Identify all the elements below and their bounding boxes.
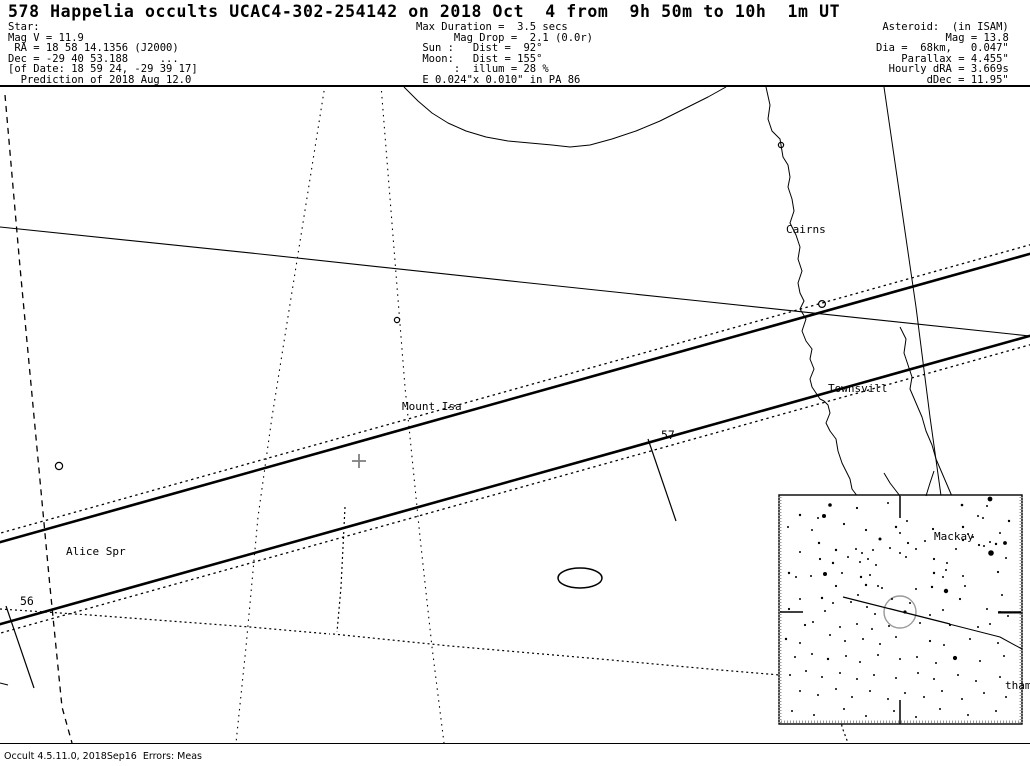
- occultation-map[interactable]: Cairns Townsvill Mackay Mount Isa Alice …: [0, 87, 1030, 743]
- terminator-line: [0, 226, 1030, 337]
- footer-divider: [0, 743, 1030, 744]
- shoreline-fragments: [0, 682, 9, 686]
- footer-credit: Occult 4.5.11.0, 2018Sep16 Errors: Meas: [4, 751, 202, 762]
- page-title: 578 Happelia occults UCAC4-302-254142 on…: [8, 2, 841, 21]
- city-marker-townsville: [817, 300, 826, 309]
- city-label-clipped: tham: [1005, 679, 1030, 692]
- star-field-inset[interactable]: [778, 470, 1023, 725]
- state-border-south: [0, 506, 849, 743]
- event-info-block: Max Duration = 3.5 secs Mag Drop = 2.1 (…: [416, 21, 594, 86]
- city-marker-alice-spr: [54, 461, 64, 471]
- city-label-mackay: Mackay: [934, 530, 974, 543]
- time-tick-lines: [5, 438, 677, 689]
- salt-lake-outline: [557, 567, 603, 589]
- occultation-prediction-page: 578 Happelia occults UCAC4-302-254142 on…: [0, 0, 1030, 766]
- map-vector-layer: [0, 87, 1030, 743]
- header: 578 Happelia occults UCAC4-302-254142 on…: [0, 0, 1030, 87]
- city-label-cairns: Cairns: [786, 223, 826, 236]
- time-tick-label-57: 57: [661, 428, 675, 442]
- star-info-block: Star: Mag V = 11.9 RA = 18 58 14.1356 (J…: [8, 21, 198, 86]
- city-label-alice-spr: Alice Spr: [66, 545, 126, 558]
- city-markers: [54, 141, 826, 471]
- state-border-west: [4, 94, 73, 743]
- time-tick-label-56: 56: [20, 594, 34, 608]
- city-label-mount-isa: Mount Isa: [402, 400, 462, 413]
- city-label-townsville: Townsvill: [828, 382, 888, 395]
- city-marker-mount-isa: [393, 316, 401, 324]
- asteroid-info-block: Asteroid: (in ISAM) Mag = 13.8 Dia = 68k…: [876, 21, 1009, 86]
- centre-line-marker-icon: [352, 454, 366, 468]
- graticule-meridians: [235, 87, 445, 743]
